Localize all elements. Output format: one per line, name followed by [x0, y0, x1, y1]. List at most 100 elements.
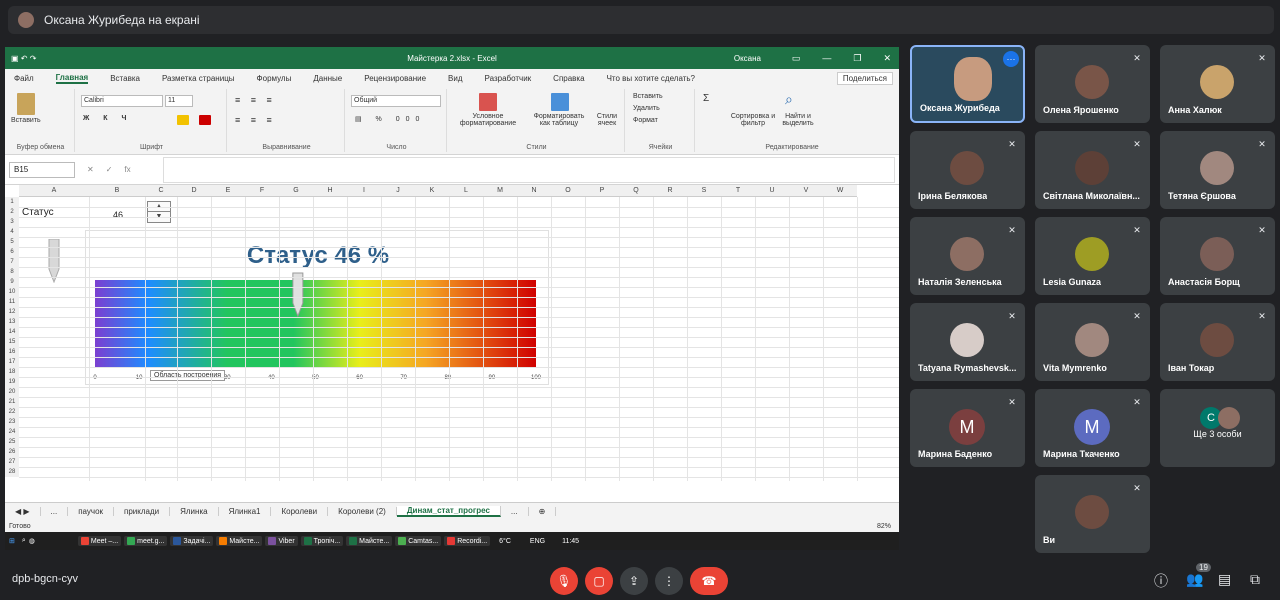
participant-tile[interactable]: M ✕ Марина Ткаченко [1035, 389, 1150, 467]
row-header[interactable]: 19 [5, 377, 19, 387]
cell-styles-button[interactable]: Стили ячеек [591, 113, 623, 127]
taskbar-app[interactable]: Тропіч... [300, 536, 344, 546]
row-header[interactable]: 25 [5, 437, 19, 447]
column-header[interactable]: J [381, 185, 415, 197]
taskbar-app[interactable]: Viber [265, 536, 298, 546]
enter-icon[interactable]: ✓ [106, 165, 113, 174]
row-header[interactable]: 27 [5, 457, 19, 467]
more-icon[interactable]: ⋯ [1003, 51, 1019, 67]
insert-cells-button[interactable]: Вставить [633, 93, 663, 100]
participant-tile[interactable]: ✕ Tatyana Rymashevsk... [910, 303, 1025, 381]
participant-tile[interactable]: ✕ Ірина Белякова [910, 131, 1025, 209]
taskbar-app[interactable]: Майсте... [346, 536, 393, 546]
participant-tile[interactable]: ✕ Vita Mymrenko [1035, 303, 1150, 381]
format-table-button[interactable]: Форматировать как таблицу [529, 113, 589, 127]
sheet-tab[interactable]: Королеви (2) [328, 507, 397, 516]
participant-tile[interactable]: ✕ Світлана Миколаївн... [1035, 131, 1150, 209]
tab-formulas[interactable]: Формулы [257, 74, 292, 83]
activities-icon[interactable]: ⧉ [1250, 571, 1260, 588]
row-header[interactable]: 16 [5, 347, 19, 357]
people-icon[interactable]: 👥 [1186, 571, 1203, 588]
participant-tile[interactable]: ✕ Олена Ярошенко [1035, 45, 1150, 123]
close-icon[interactable]: ✕ [883, 53, 891, 64]
tab-file[interactable]: Файл [14, 74, 34, 83]
more-options-button[interactable]: ⋮ [655, 567, 683, 595]
tab-page-layout[interactable]: Разметка страницы [162, 74, 235, 83]
sheet-tab[interactable]: паучок [68, 507, 115, 516]
share-button[interactable]: Поделиться [836, 71, 893, 85]
row-header[interactable]: 26 [5, 447, 19, 457]
font-color-icon[interactable] [199, 115, 211, 125]
sheet-tab-active[interactable]: Динам_стат_прогрес [396, 506, 501, 517]
row-header[interactable]: 12 [5, 307, 19, 317]
autosum-icon[interactable]: Σ [703, 93, 709, 104]
tab-insert[interactable]: Вставка [110, 74, 140, 83]
participant-tile[interactable]: ✕ Ви [1035, 475, 1150, 553]
column-header[interactable]: R [653, 185, 687, 197]
number-format-select[interactable]: Общий [351, 95, 441, 107]
taskbar-app[interactable]: Recordi... [444, 536, 491, 546]
taskbar-app[interactable]: Майсте... [216, 536, 263, 546]
column-header[interactable]: E [211, 185, 245, 197]
column-header[interactable]: O [551, 185, 585, 197]
participant-tile[interactable]: ✕ Іван Токар [1160, 303, 1275, 381]
sheet-tab[interactable]: Ялинка [170, 507, 219, 516]
tell-me-input[interactable]: Что вы хотите сделать? [607, 74, 695, 83]
minimize-icon[interactable]: — [822, 53, 831, 64]
windows-start-icon[interactable]: ⊞ [9, 537, 15, 545]
bold-italic-underline[interactable]: Ж К Ч [83, 115, 132, 122]
column-header[interactable]: G [279, 185, 313, 197]
paste-icon[interactable] [17, 93, 35, 115]
find-select-button[interactable]: Найти и выделить [773, 113, 823, 127]
row-header[interactable]: 3 [5, 217, 19, 227]
mic-toggle-button[interactable]: 🎙 [550, 567, 578, 595]
column-header[interactable]: P [585, 185, 619, 197]
fx-icon[interactable]: fx [124, 165, 130, 174]
ribbon-display-icon[interactable]: ▭ [792, 53, 801, 64]
row-header[interactable]: 11 [5, 297, 19, 307]
row-header[interactable]: 4 [5, 227, 19, 237]
column-header[interactable]: S [687, 185, 721, 197]
camera-toggle-button[interactable]: ▢ [585, 567, 613, 595]
zoom-level[interactable]: 82% [877, 523, 891, 530]
tab-home[interactable]: Главная [55, 73, 89, 84]
sheet-tab[interactable]: Ялинка1 [219, 507, 272, 516]
column-header[interactable]: A [19, 185, 89, 197]
tab-review[interactable]: Рецензирование [364, 74, 426, 83]
row-header[interactable]: 28 [5, 467, 19, 477]
row-header[interactable]: 24 [5, 427, 19, 437]
taskbar-app[interactable]: Meet –... [77, 536, 122, 546]
participant-tile[interactable]: ✕ Наталія Зеленська [910, 217, 1025, 295]
font-name-select[interactable]: Calibri [81, 95, 163, 107]
column-header[interactable]: B [89, 185, 145, 197]
sheet-nav-icon[interactable]: ◀ ▶ [5, 507, 41, 516]
search-icon[interactable]: ⌕ [22, 537, 26, 545]
row-header[interactable]: 1 [5, 197, 19, 207]
cond-format-icon[interactable] [479, 93, 497, 111]
fill-color-icon[interactable] [177, 115, 189, 125]
column-header[interactable]: M [483, 185, 517, 197]
align-icons[interactable]: ≡ ≡ ≡ [235, 95, 276, 105]
row-header[interactable]: 10 [5, 287, 19, 297]
sheet-tab[interactable]: Королеви [271, 507, 329, 516]
format-cells-button[interactable]: Формат [633, 117, 658, 124]
row-header[interactable]: 17 [5, 357, 19, 367]
sheet-tab[interactable]: приклади [114, 507, 171, 516]
present-button[interactable]: ⇪ [620, 567, 648, 595]
justify-icons[interactable]: ≡ ≡ ≡ [235, 115, 276, 125]
column-header[interactable]: V [789, 185, 823, 197]
format-table-icon[interactable] [551, 93, 569, 111]
row-header[interactable]: 22 [5, 407, 19, 417]
column-header[interactable]: I [347, 185, 381, 197]
paste-button[interactable]: Вставить [11, 117, 41, 124]
sheet-more-left[interactable]: ... [41, 507, 69, 516]
tab-view[interactable]: Вид [448, 74, 462, 83]
column-header[interactable]: D [177, 185, 211, 197]
column-header[interactable]: K [415, 185, 449, 197]
add-sheet-icon[interactable]: ⊕ [529, 507, 557, 516]
participant-tile[interactable]: ⋯ Оксана Журибеда [910, 45, 1025, 123]
row-header[interactable]: 23 [5, 417, 19, 427]
row-header[interactable]: 21 [5, 397, 19, 407]
column-header[interactable]: Q [619, 185, 653, 197]
chat-icon[interactable]: ▤ [1218, 571, 1231, 588]
